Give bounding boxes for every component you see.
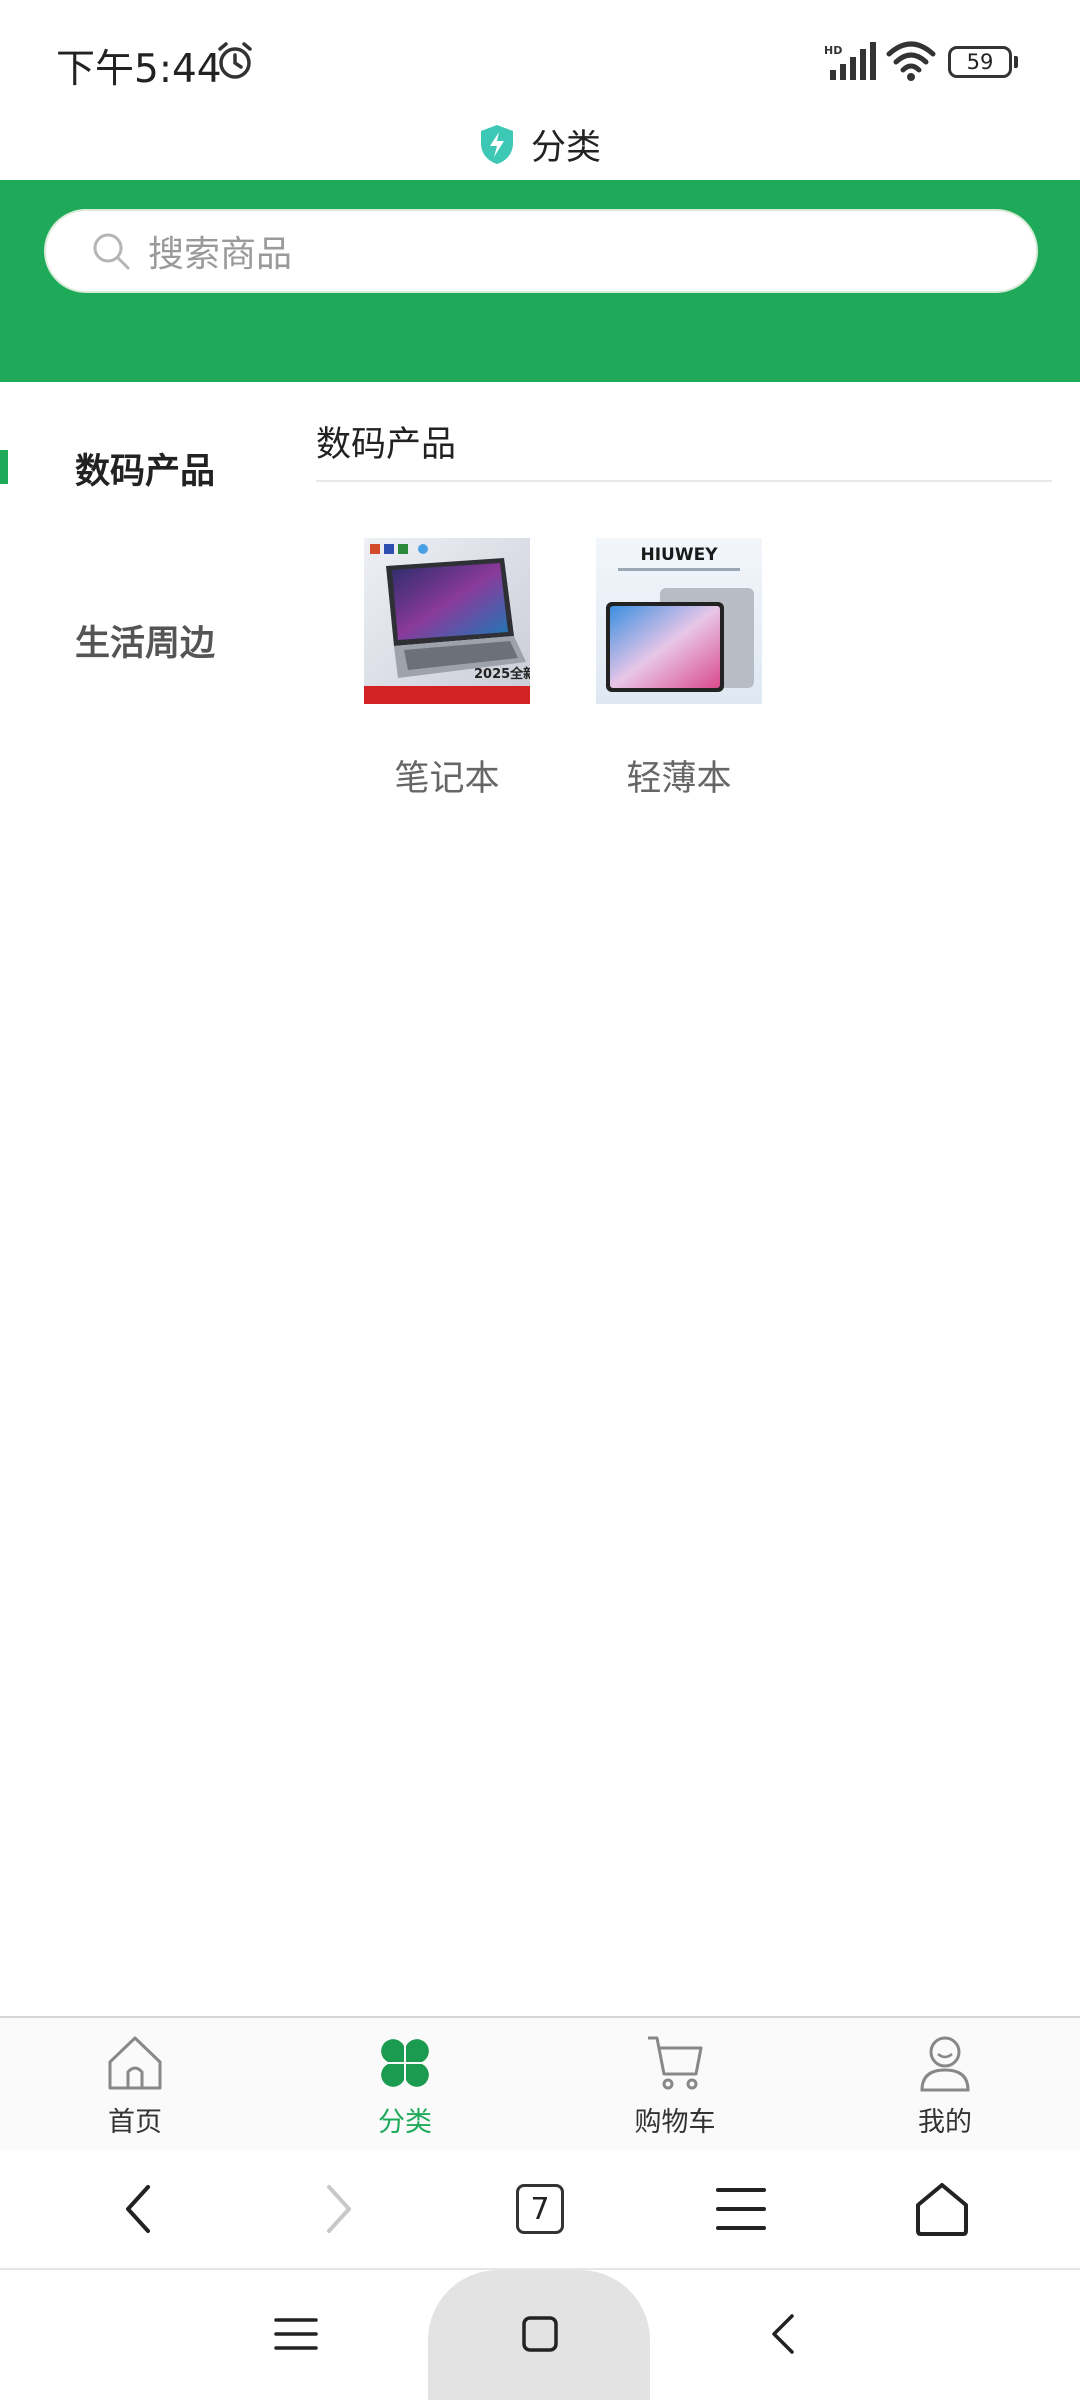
- tab-category[interactable]: 分类: [270, 2018, 540, 2150]
- sidebar-item-life[interactable]: 生活周边: [0, 554, 290, 726]
- sidebar-item-label: 数码产品: [74, 451, 215, 492]
- browser-forward-button[interactable]: [307, 2177, 371, 2241]
- page-title: 分类: [530, 127, 601, 168]
- search-placeholder: 搜索商品: [148, 234, 293, 275]
- product-name: 轻薄本: [626, 759, 732, 799]
- tablet-image-brand: HIUWEY: [640, 545, 718, 565]
- product-laptop[interactable]: 2025全新 笔记本: [364, 538, 530, 801]
- browser-toolbar: 7: [0, 2150, 1080, 2270]
- system-back-icon[interactable]: [760, 2310, 808, 2358]
- home-icon: [108, 2036, 162, 2090]
- category-content: 数码产品 2025全新 笔记本 HIUWEY 轻薄本: [316, 382, 1052, 801]
- menu-icon: [715, 2188, 766, 2230]
- browser-menu-button[interactable]: [709, 2177, 773, 2241]
- header-banner: 搜索商品: [0, 180, 1080, 382]
- status-time: 下午5:44: [56, 47, 222, 92]
- tab-profile[interactable]: 我的: [810, 2018, 1080, 2150]
- forward-arrow-icon: [327, 2185, 352, 2233]
- sidebar-item-label: 生活周边: [74, 623, 215, 664]
- system-nav-bar: [0, 2270, 1080, 2400]
- product-name: 笔记本: [394, 759, 500, 799]
- signal-hd-icon: HD: [824, 42, 876, 80]
- tablet-product-image: HIUWEY: [596, 538, 762, 704]
- sidebar-item-digital[interactable]: 数码产品: [0, 382, 290, 554]
- alarm-icon: [218, 42, 252, 79]
- title-bar: 分类: [0, 108, 1080, 180]
- browser-home-button[interactable]: [910, 2177, 974, 2241]
- battery-level: 59: [948, 46, 1012, 78]
- page: 下午5:44 HD 59 分类 搜索商品 数码产品 生活周边 数码产品 2025…: [0, 0, 1080, 2400]
- tab-label: 我的: [918, 2107, 972, 2138]
- tab-cart[interactable]: 购物车: [540, 2018, 810, 2150]
- browser-home-icon: [915, 2183, 968, 2236]
- battery-icon: 59: [948, 46, 1018, 78]
- tab-label: 购物车: [634, 2107, 716, 2138]
- back-arrow-icon: [126, 2185, 151, 2233]
- tabs-icon: 7: [515, 2184, 564, 2234]
- shield-lightning-icon: [480, 125, 513, 164]
- section-title: 数码产品: [316, 382, 1052, 482]
- wifi-icon: [886, 41, 936, 81]
- home-square-icon[interactable]: [516, 2310, 564, 2358]
- laptop-image-caption: 2025全新: [474, 666, 530, 682]
- tab-label: 首页: [108, 2107, 162, 2138]
- clover-icon: [381, 2039, 429, 2087]
- user-icon: [920, 2036, 970, 2092]
- product-grid: 2025全新 笔记本 HIUWEY 轻薄本: [316, 482, 1052, 801]
- laptop-product-image: 2025全新: [364, 538, 530, 704]
- active-indicator: [0, 450, 8, 484]
- bottom-tab-bar: 首页 分类 购物车 我的: [0, 2016, 1080, 2150]
- browser-tabs-button[interactable]: 7: [508, 2177, 572, 2241]
- tab-label: 分类: [378, 2107, 432, 2138]
- status-bar: 下午5:44 HD 59: [0, 0, 1080, 120]
- search-icon: [93, 233, 130, 270]
- product-ultrabook[interactable]: HIUWEY 轻薄本: [596, 538, 762, 801]
- browser-back-button[interactable]: [106, 2177, 170, 2241]
- battery-tip: [1014, 56, 1018, 68]
- search-input[interactable]: 搜索商品: [44, 209, 1038, 293]
- category-sidebar: 数码产品 生活周边: [0, 382, 290, 726]
- svg-text:HD: HD: [824, 44, 842, 57]
- system-menu-icon[interactable]: [272, 2310, 320, 2358]
- cart-icon: [648, 2036, 703, 2090]
- tab-home[interactable]: 首页: [0, 2018, 270, 2150]
